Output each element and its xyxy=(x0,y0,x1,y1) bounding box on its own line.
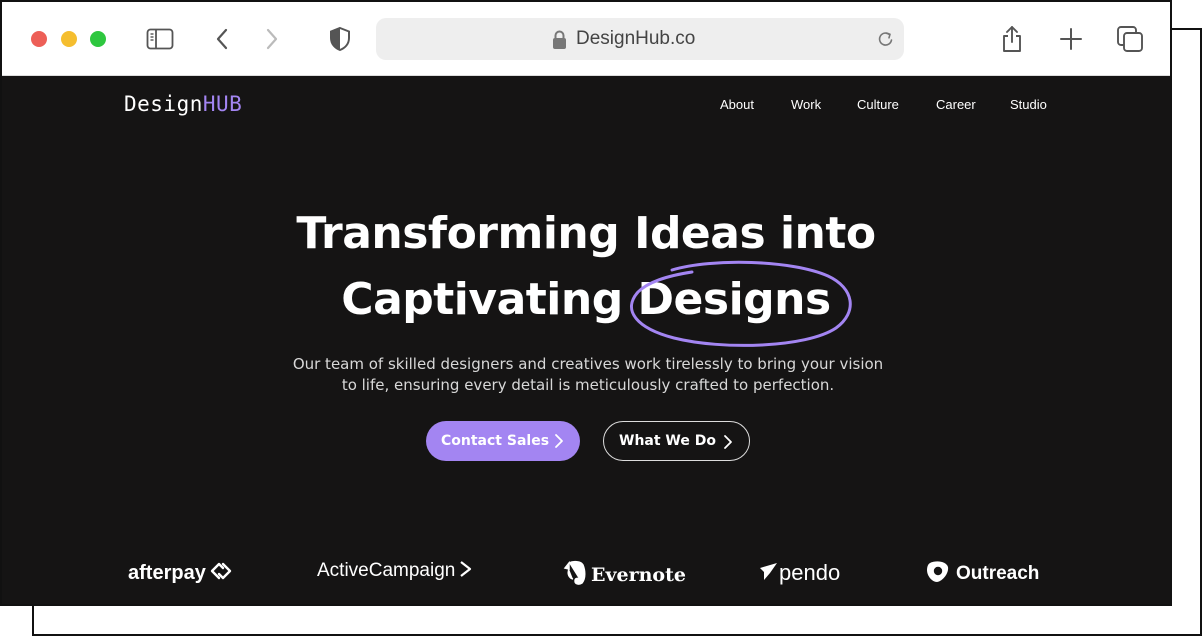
page-content: DesignHUB About Work Culture Career Stud… xyxy=(2,76,1170,604)
forward-icon[interactable] xyxy=(258,24,286,54)
contact-sales-label: Contact Sales xyxy=(441,433,550,449)
back-icon[interactable] xyxy=(208,24,236,54)
brand-name: Evernote xyxy=(591,564,686,586)
brand-name: Outreach xyxy=(956,563,1040,584)
zoom-window-button[interactable] xyxy=(90,31,106,47)
brand-logo-afterpay: afterpay xyxy=(128,560,234,586)
brand-name: afterpay xyxy=(128,561,206,584)
url-text: DesignHub.co xyxy=(576,28,696,49)
what-we-do-label: What We Do xyxy=(619,433,716,449)
logo-main-text: Design xyxy=(124,92,203,116)
share-icon[interactable] xyxy=(998,24,1026,54)
hero-title-prefix: Captivating xyxy=(341,274,623,325)
nav-link-work[interactable]: Work xyxy=(791,97,821,112)
minimize-window-button[interactable] xyxy=(61,31,77,47)
brand-logo-pendo: pendo xyxy=(758,560,840,586)
site-logo[interactable]: DesignHUB xyxy=(124,92,242,116)
chevron-right-icon xyxy=(723,434,733,454)
logo-accent-text: HUB xyxy=(202,92,243,116)
brand-logo-activecampaign: ActiveCampaign xyxy=(317,560,473,582)
address-bar[interactable]: DesignHub.co xyxy=(376,18,904,60)
new-tab-icon[interactable] xyxy=(1057,24,1085,54)
close-window-button[interactable] xyxy=(31,31,47,47)
hero-subtitle-line1: Our team of skilled designers and creati… xyxy=(292,355,884,373)
hero-subtitle-line2: to life, ensuring every detail is meticu… xyxy=(341,376,835,394)
outreach-mark-icon xyxy=(926,560,956,588)
brand-name: ActiveCampaign xyxy=(317,560,456,581)
sidebar-icon[interactable] xyxy=(146,24,174,54)
brand-name: pendo xyxy=(779,560,841,585)
evernote-elephant-icon xyxy=(563,560,591,590)
chevron-right-icon xyxy=(554,433,564,453)
hero-subtitle: Our team of skilled designers and creati… xyxy=(272,354,904,396)
nav-link-culture[interactable]: Culture xyxy=(857,97,899,112)
brand-logo-outreach: Outreach xyxy=(926,560,1039,588)
nav-link-about[interactable]: About xyxy=(720,97,754,112)
hero-title-line1: Transforming Ideas into xyxy=(296,208,876,259)
shield-icon[interactable] xyxy=(326,24,354,54)
nav-link-career[interactable]: Career xyxy=(936,97,976,112)
nav-link-studio[interactable]: Studio xyxy=(1010,97,1047,112)
tabs-overview-icon[interactable] xyxy=(1116,24,1144,54)
browser-toolbar: DesignHub.co xyxy=(2,2,1170,76)
reload-icon[interactable] xyxy=(876,29,896,53)
lock-icon xyxy=(552,30,567,54)
pendo-mark-icon xyxy=(758,560,779,586)
highlight-circle-scribble xyxy=(630,260,852,347)
what-we-do-button[interactable]: What We Do xyxy=(603,421,750,461)
browser-window: DesignHub.co DesignHUB About Work Cultur… xyxy=(0,0,1172,606)
contact-sales-button[interactable]: Contact Sales xyxy=(426,421,580,461)
hero-title-line2: Captivating Designs xyxy=(2,274,1170,325)
activecampaign-chevron-icon xyxy=(455,560,473,582)
brand-logo-evernote: Evernote xyxy=(563,560,686,590)
afterpay-arrows-icon xyxy=(206,560,234,586)
